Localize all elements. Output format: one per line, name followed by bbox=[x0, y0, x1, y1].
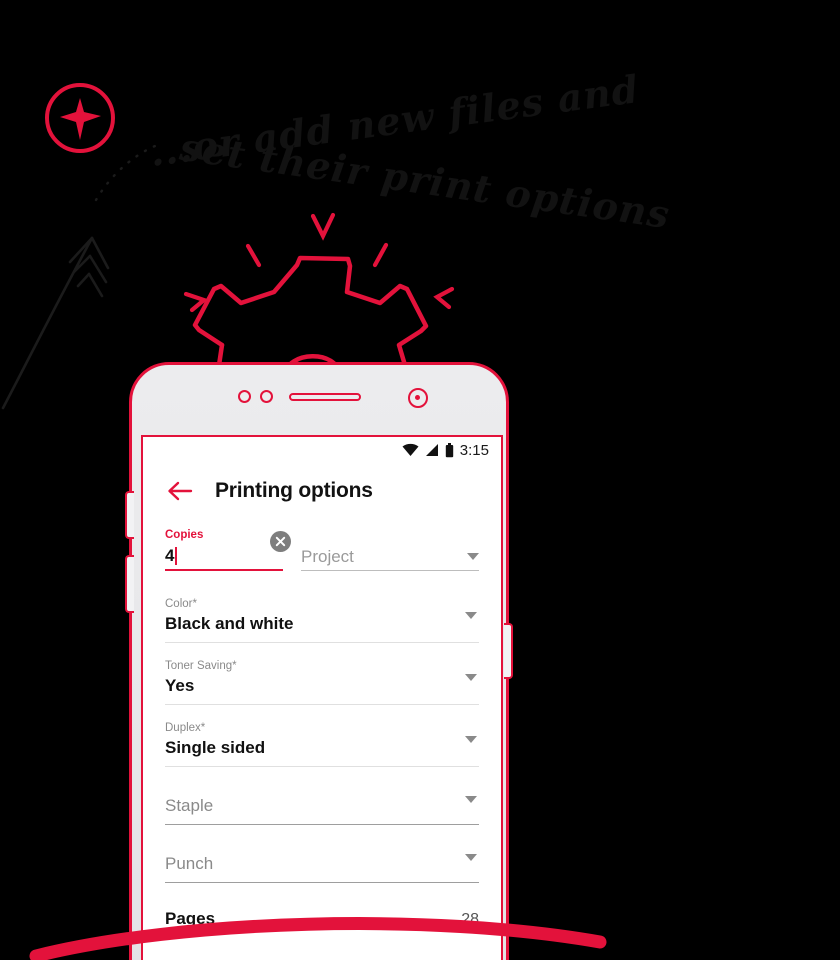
wifi-icon bbox=[402, 443, 419, 456]
color-label: Color* bbox=[165, 598, 197, 610]
clear-circle-icon[interactable] bbox=[270, 531, 291, 552]
project-value: Project bbox=[301, 546, 354, 566]
toner-saving-select[interactable]: Toner Saving* Yes bbox=[165, 649, 479, 705]
copies-value: 4 bbox=[165, 546, 175, 565]
printing-options-form: Copies 4 Project Color* Black and white … bbox=[143, 519, 501, 929]
phone-mockup: 3:15 Printing options Copies 4 Project C… bbox=[125, 362, 513, 960]
copies-field[interactable]: Copies 4 bbox=[165, 529, 291, 571]
volume-up-button[interactable] bbox=[125, 491, 134, 539]
project-select-control[interactable]: Project bbox=[301, 543, 479, 571]
proximity-sensor-icon bbox=[238, 390, 251, 403]
app-bar: Printing options bbox=[143, 463, 501, 519]
staple-select[interactable]: Staple bbox=[165, 773, 479, 825]
copies-label: Copies bbox=[165, 529, 204, 541]
copies-input[interactable]: 4 bbox=[165, 543, 283, 571]
text-cursor bbox=[175, 547, 178, 565]
volume-down-button[interactable] bbox=[125, 555, 134, 613]
chevron-down-icon bbox=[465, 611, 477, 619]
plus-circle-icon bbox=[45, 83, 115, 153]
hand-drawn-arrow-icon bbox=[1, 236, 110, 410]
chevron-down-icon bbox=[467, 553, 479, 560]
caption-line-2: set their print options bbox=[177, 123, 673, 238]
duplex-value: Single sided bbox=[165, 738, 266, 757]
light-sensor-icon bbox=[260, 390, 273, 403]
chevron-down-icon bbox=[465, 853, 477, 861]
punch-value: Punch bbox=[165, 854, 214, 873]
status-time: 3:15 bbox=[459, 441, 489, 459]
status-bar: 3:15 bbox=[143, 437, 501, 463]
chevron-down-icon bbox=[465, 735, 477, 743]
chevron-down-icon bbox=[465, 673, 477, 681]
project-select[interactable]: Project bbox=[301, 543, 479, 571]
dotted-connector bbox=[94, 144, 157, 202]
color-select[interactable]: Color* Black and white bbox=[165, 587, 479, 643]
battery-icon bbox=[445, 442, 453, 457]
power-button[interactable] bbox=[504, 623, 513, 679]
gear-icon bbox=[192, 255, 429, 378]
pages-value: 28 bbox=[461, 911, 479, 928]
back-arrow-icon[interactable] bbox=[167, 478, 193, 504]
toner-saving-label: Toner Saving* bbox=[165, 660, 237, 672]
copies-and-project-row: Copies 4 Project bbox=[165, 529, 479, 571]
punch-select[interactable]: Punch bbox=[165, 831, 479, 883]
staple-value: Staple bbox=[165, 796, 214, 815]
color-value: Black and white bbox=[165, 614, 294, 633]
chevron-down-icon bbox=[465, 795, 477, 803]
illustration-scene: ...or add new files and set their print … bbox=[0, 0, 840, 960]
pages-row: Pages 28 bbox=[165, 909, 479, 929]
page-title: Printing options bbox=[215, 479, 373, 502]
duplex-select[interactable]: Duplex* Single sided bbox=[165, 711, 479, 767]
front-camera-icon bbox=[408, 388, 428, 408]
gear-sparks bbox=[183, 212, 455, 313]
duplex-label: Duplex* bbox=[165, 722, 206, 734]
pages-label: Pages bbox=[165, 909, 216, 928]
cell-signal-icon bbox=[425, 444, 438, 456]
earpiece-speaker bbox=[289, 393, 361, 401]
toner-saving-value: Yes bbox=[165, 676, 195, 695]
phone-screen: 3:15 Printing options Copies 4 Project C… bbox=[141, 435, 503, 960]
